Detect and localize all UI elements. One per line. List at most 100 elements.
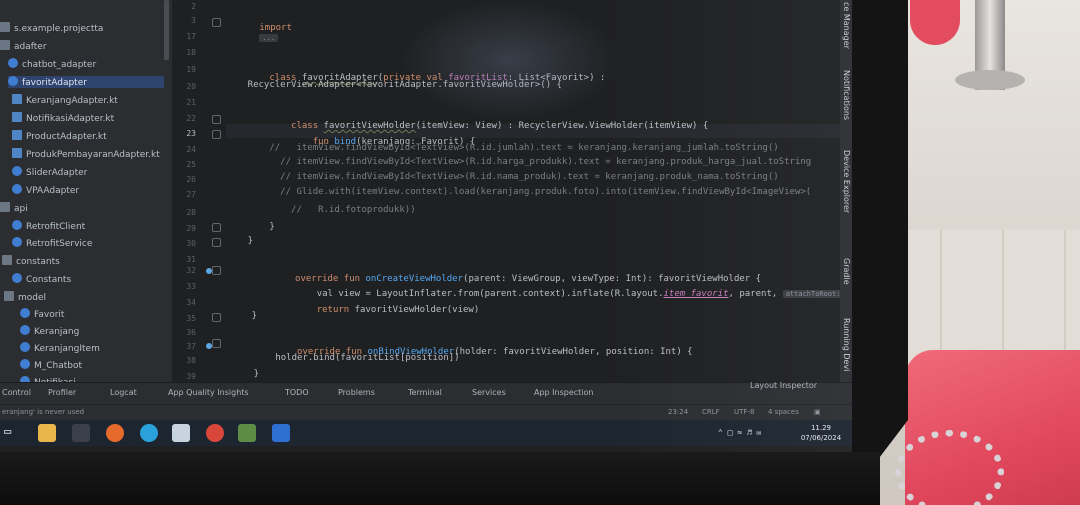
tree-item[interactable]: Keranjang xyxy=(20,325,79,337)
kotlin-class-icon xyxy=(12,220,22,230)
tree-item[interactable]: constants xyxy=(2,255,60,267)
line-number: 19 xyxy=(186,65,196,74)
tree-item[interactable]: KeranjangItem xyxy=(20,342,100,354)
tool-window-button[interactable]: Problems xyxy=(338,388,375,397)
override-marker-icon[interactable] xyxy=(206,268,212,274)
override-marker-icon[interactable] xyxy=(206,343,212,349)
tree-item-label: RetrofitClient xyxy=(26,222,86,232)
line-number: 30 xyxy=(186,239,196,248)
tree-item[interactable]: KeranjangAdapter.kt xyxy=(12,94,118,106)
tree-item[interactable]: SliderAdapter xyxy=(12,166,87,178)
line-separator[interactable]: CRLF xyxy=(702,408,720,416)
tree-item[interactable]: favoritAdapter xyxy=(8,76,164,88)
file-encoding[interactable]: UTF-8 xyxy=(734,408,754,416)
tree-item-label: chatbot_adapter xyxy=(22,60,97,70)
code-line-24: // itemView.findViewById<TextView>(R.id.… xyxy=(226,143,779,153)
fold-marker-icon[interactable] xyxy=(212,313,221,322)
fold-marker-icon[interactable] xyxy=(212,238,221,247)
tree-item[interactable]: model xyxy=(4,291,46,303)
tree-item[interactable]: api xyxy=(0,202,28,214)
side-tool-tab[interactable]: Gradle xyxy=(842,258,851,285)
android-studio-icon[interactable] xyxy=(238,424,256,442)
tree-item-label: SliderAdapter xyxy=(26,168,88,178)
fold-marker-icon[interactable] xyxy=(212,339,221,348)
tree-item[interactable]: s.example.projectta xyxy=(0,22,103,34)
tree-item[interactable]: chatbot_adapter xyxy=(8,58,96,70)
kotlin-file-icon xyxy=(12,94,22,104)
pole-base xyxy=(955,70,1025,90)
tree-item[interactable]: adafter xyxy=(0,40,47,52)
kotlin-class-icon xyxy=(12,184,22,194)
fold-marker-icon[interactable] xyxy=(212,130,221,139)
tool-window-button[interactable]: Services xyxy=(472,388,506,397)
code-line-27: // Glide.with(itemView.context).load(ker… xyxy=(226,187,812,197)
tree-scrollbar[interactable] xyxy=(164,0,169,60)
indent-setting[interactable]: 4 spaces xyxy=(768,408,799,416)
tool-window-bar: Control Profiler Logcat App Quality Insight… xyxy=(0,381,852,405)
bead-bracelet xyxy=(895,430,1004,505)
chrome-icon[interactable] xyxy=(206,424,224,442)
kotlin-class-icon xyxy=(8,58,18,68)
tool-window-button[interactable]: App Quality Insights xyxy=(168,388,249,397)
code-line-26: // itemView.findViewById<TextView>(R.id.… xyxy=(226,172,779,182)
task-view-icon[interactable]: ▭ xyxy=(4,424,22,442)
tree-item[interactable]: Favorit xyxy=(20,308,64,320)
tree-item[interactable]: ProdukPembayaranAdapter.kt xyxy=(12,148,160,160)
line-number: 22 xyxy=(186,114,196,123)
line-number: 21 xyxy=(186,98,196,107)
kotlin-class-icon xyxy=(8,76,18,86)
code-line-30: } xyxy=(226,236,254,246)
fold-marker-icon[interactable] xyxy=(212,266,221,275)
line-number: 23 xyxy=(186,129,196,138)
side-tool-tab[interactable]: ce Manager xyxy=(842,2,851,49)
fold-marker-icon[interactable] xyxy=(212,115,221,124)
tree-item[interactable]: VPAAdapter xyxy=(12,184,79,196)
tool-window-button[interactable]: Profiler xyxy=(48,388,76,397)
code-editor[interactable]: import ... class favoritAdapter(private … xyxy=(226,0,852,382)
photo-scene: s.example.projectta adafter chatbot_adapte… xyxy=(0,0,1080,505)
tree-item[interactable]: M_Chatbot xyxy=(20,359,82,371)
clock-date: 07/06/2024 xyxy=(800,434,842,442)
lock-icon[interactable]: ▣ xyxy=(814,408,821,416)
file-explorer-icon[interactable] xyxy=(38,424,56,442)
line-number: 25 xyxy=(186,160,196,169)
tool-window-button[interactable]: TODO xyxy=(285,388,309,397)
project-tree[interactable]: s.example.projectta adafter chatbot_adapte… xyxy=(0,0,173,388)
firefox-icon[interactable] xyxy=(106,424,124,442)
code-line-28: // R.id.fotoprodukk)) xyxy=(226,205,416,215)
code-line-38: holder.bind(favoritList[position]) xyxy=(232,353,460,363)
tool-window-button[interactable]: Terminal xyxy=(408,388,442,397)
tool-window-button[interactable]: App Inspection xyxy=(534,388,594,397)
store-icon[interactable] xyxy=(72,424,90,442)
tree-item[interactable]: ProductAdapter.kt xyxy=(12,130,107,142)
tree-item[interactable]: RetrofitClient xyxy=(12,220,85,232)
tree-item[interactable]: NotifikasiAdapter.kt xyxy=(12,112,114,124)
tree-item-label: VPAAdapter xyxy=(26,186,80,196)
line-number: 3 xyxy=(191,16,196,25)
laptop-screen: s.example.projectta adafter chatbot_adapte… xyxy=(0,0,852,452)
system-tray[interactable]: ⌃ □ ≈ ♬ ✉ xyxy=(718,428,761,437)
laptop-bottom-edge xyxy=(0,452,880,505)
tool-window-button[interactable]: Control xyxy=(2,388,31,397)
taskbar-clock[interactable]: 11.29 07/06/2024 xyxy=(800,423,842,443)
kotlin-class-icon xyxy=(20,342,30,352)
import-fold[interactable]: ... xyxy=(259,34,279,42)
side-tool-tab[interactable]: Device Explorer xyxy=(842,150,851,213)
tree-item[interactable]: RetrofitService xyxy=(12,237,92,249)
kotlin-class-icon xyxy=(12,166,22,176)
telegram-icon[interactable] xyxy=(140,424,158,442)
tree-item-label: s.example.projectta xyxy=(14,24,104,34)
caret-position[interactable]: 23:24 xyxy=(668,408,688,416)
kotlin-class-icon xyxy=(20,325,30,335)
layout-inspector-button[interactable]: Layout Inspector xyxy=(750,381,817,390)
tree-item-label: Keranjang xyxy=(34,327,80,337)
fold-marker-icon[interactable] xyxy=(212,223,221,232)
tool-window-button[interactable]: Logcat xyxy=(110,388,137,397)
line-number: 18 xyxy=(186,48,196,57)
word-icon[interactable] xyxy=(272,424,290,442)
photos-icon[interactable] xyxy=(172,424,190,442)
code-line-29: } xyxy=(226,222,275,232)
side-tool-tab[interactable]: Running Devi xyxy=(842,318,851,371)
side-tool-tab[interactable]: Notifications xyxy=(842,70,851,120)
tree-item[interactable]: Constants xyxy=(12,273,71,285)
